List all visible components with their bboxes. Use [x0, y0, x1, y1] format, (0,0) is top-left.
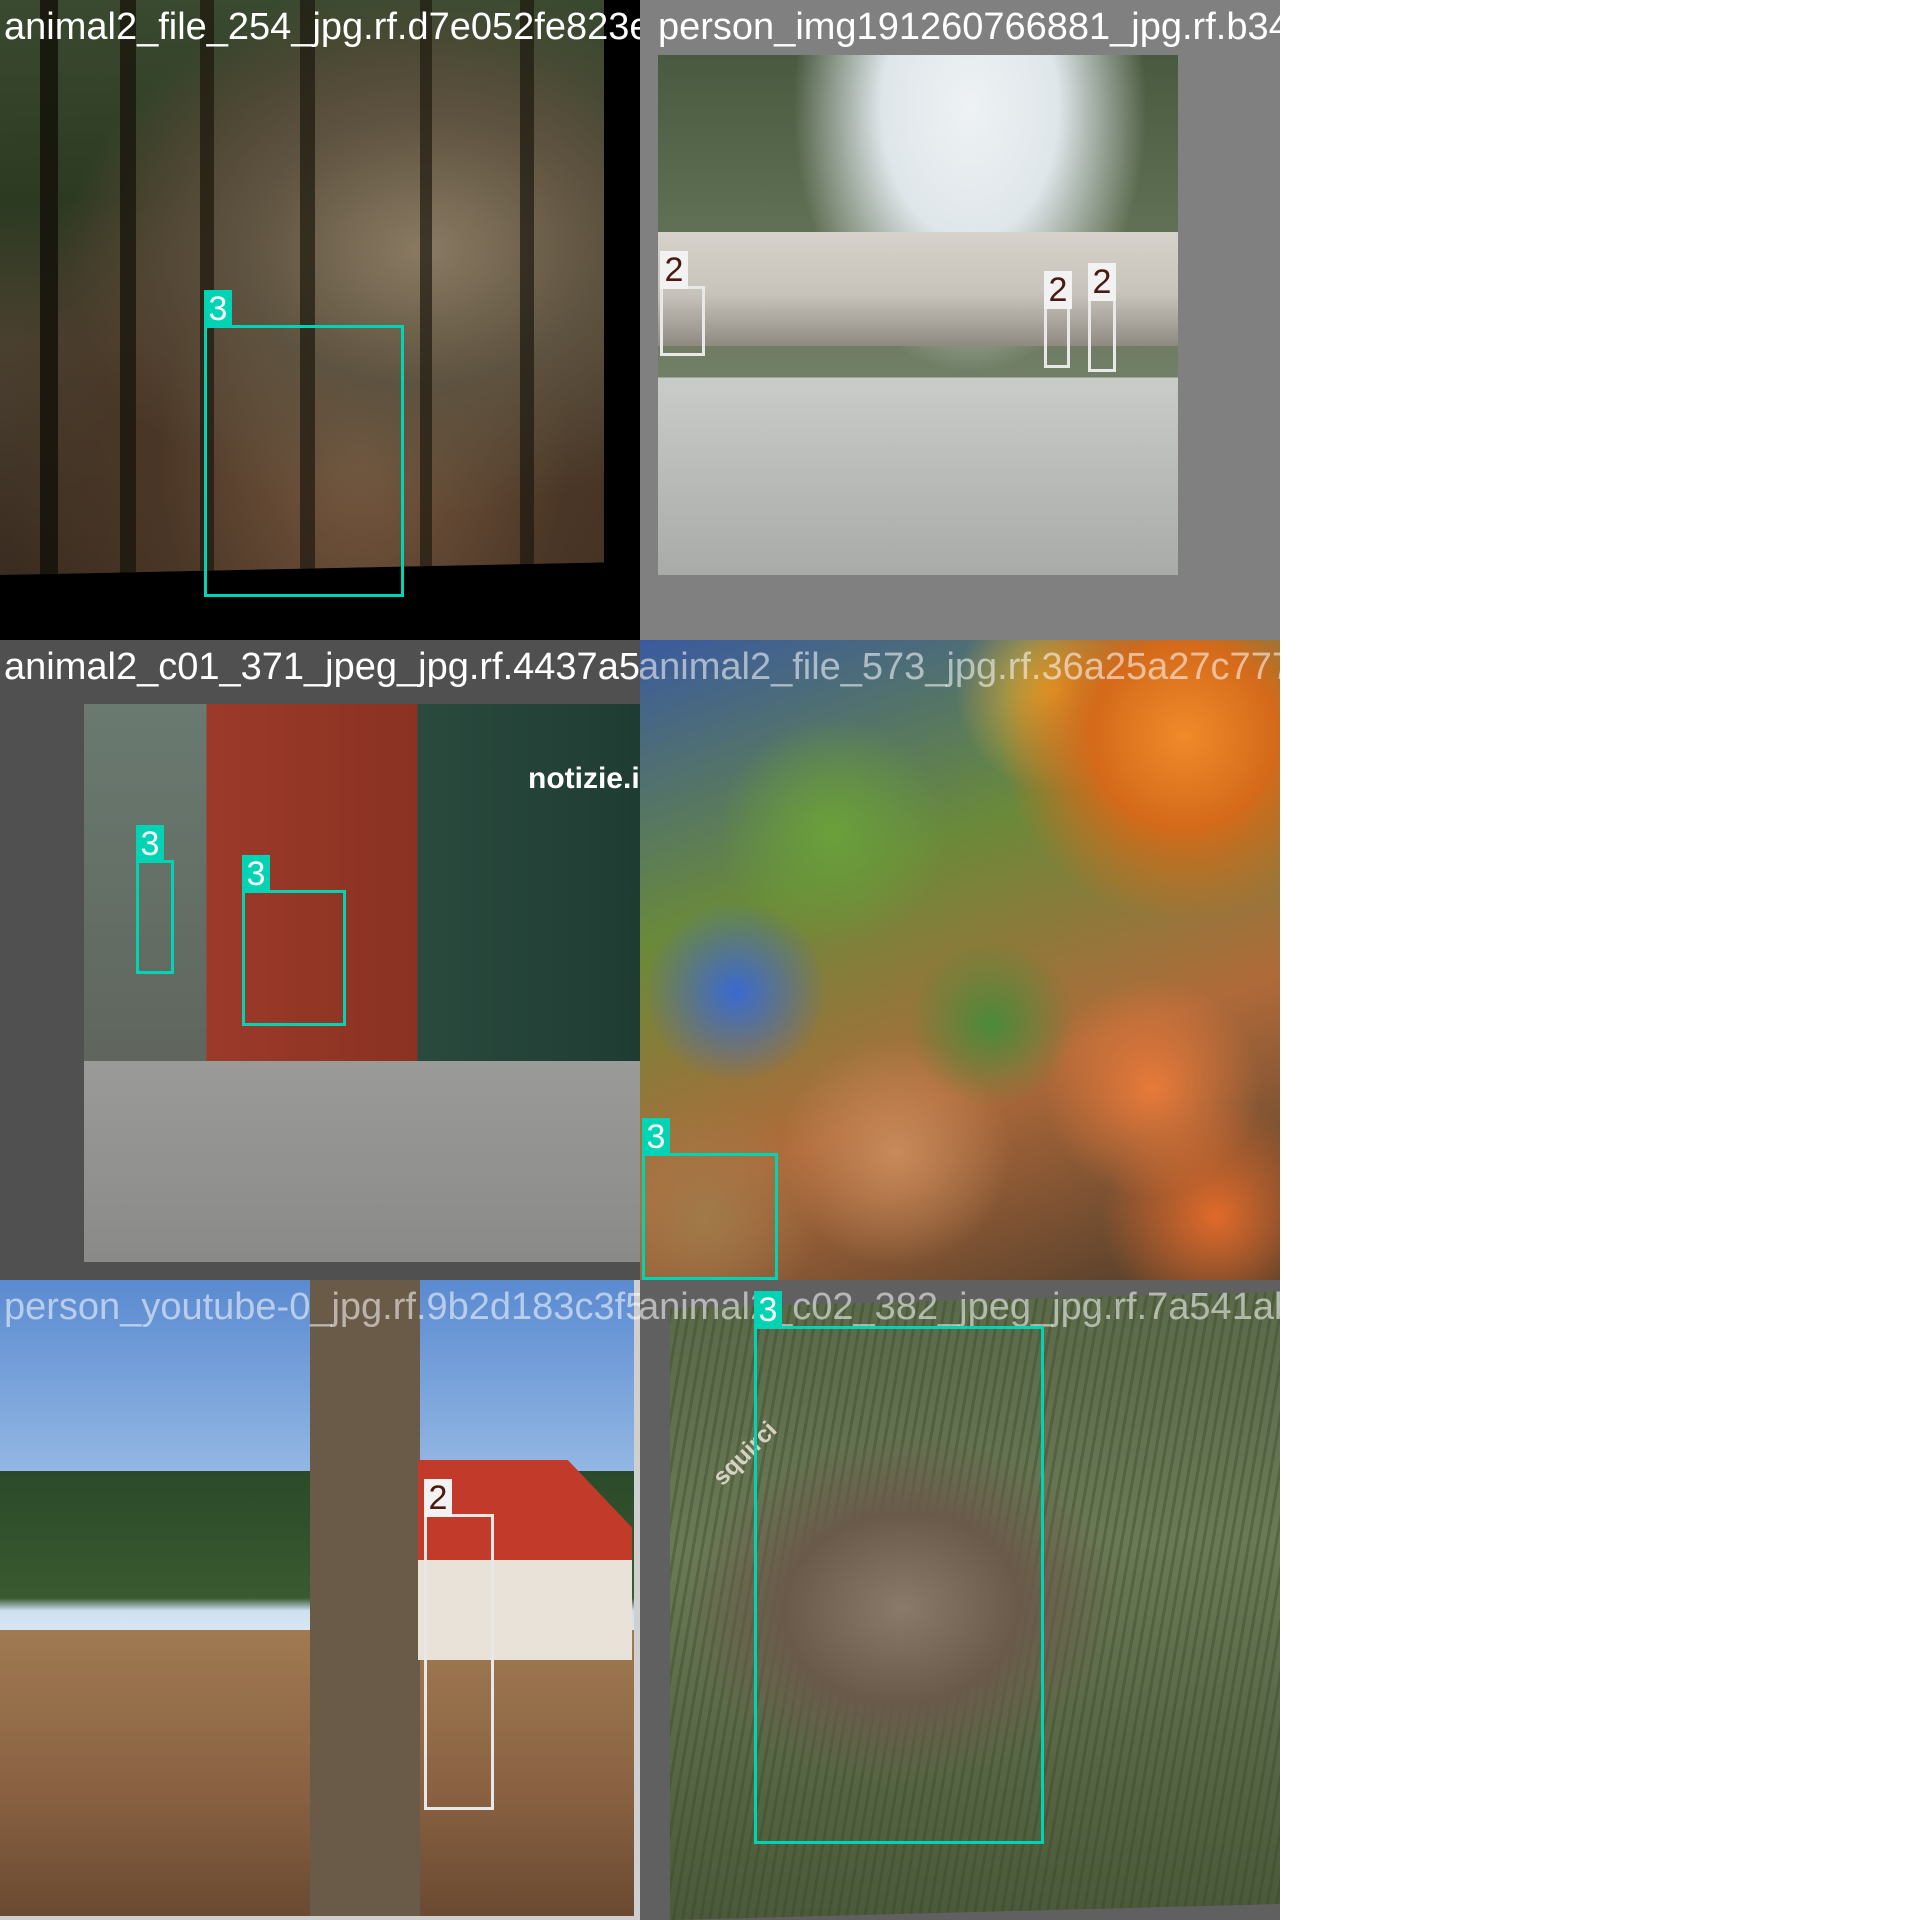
box-label: 3: [204, 290, 232, 328]
tile-animal-forest: animal2_file_254_jpg.rf.d7e052fe823e447b…: [0, 0, 640, 640]
person-box: 2: [1044, 271, 1072, 368]
tile-title: animal2_c02_382_jpeg_jpg.rf.7a541abf078d: [640, 1286, 1280, 1328]
tile-animal-street: notizie.it animal2_c01_371_jpeg_jpg.rf.4…: [0, 640, 640, 1280]
tile-title: animal2_c01_371_jpeg_jpg.rf.4437a5e4c94f: [4, 646, 640, 688]
animal-box: 3: [754, 1291, 1044, 1844]
person-box: 2: [424, 1479, 494, 1810]
box-label: 2: [424, 1479, 452, 1517]
box-label: 2: [660, 251, 688, 289]
tile-title: person_img191260766881_jpg.rf.b34f61eb47: [658, 6, 1280, 48]
animal-box: 3: [642, 1118, 778, 1280]
animal-box: 3: [204, 290, 404, 597]
tile-title: animal2_file_254_jpg.rf.d7e052fe823e447b: [4, 6, 640, 48]
person-box: 2: [1088, 263, 1116, 372]
animal-box: 3: [242, 855, 346, 1026]
sign-text: notizie.it: [528, 762, 640, 795]
box-label: 2: [1044, 271, 1072, 309]
animal-box: 3: [136, 825, 174, 974]
tile-person-woods: person_youtube-0_jpg.rf.9b2d183c3f5909de…: [0, 1280, 640, 1920]
tile-animal-grass: squirci animal2_c02_382_jpeg_jpg.rf.7a54…: [640, 1280, 1280, 1920]
tile-person-campus: person_img191260766881_jpg.rf.b34f61eb47…: [640, 0, 1280, 640]
box-label: 3: [242, 855, 270, 893]
person-box: 2: [660, 251, 705, 356]
box-label: 2: [1088, 263, 1116, 301]
tile-title: person_youtube-0_jpg.rf.9b2d183c3f5909de: [4, 1286, 640, 1328]
tile-animal-foliage: animal2_file_573_jpg.rf.36a25a27c7772a92…: [640, 640, 1280, 1280]
mosaic-grid: animal2_file_254_jpg.rf.d7e052fe823e447b…: [0, 0, 1920, 1920]
box-label: 3: [136, 825, 164, 863]
tile-title: animal2_file_573_jpg.rf.36a25a27c7772a92: [640, 646, 1280, 688]
box-label: 3: [642, 1118, 670, 1156]
box-label: 3: [754, 1291, 782, 1329]
